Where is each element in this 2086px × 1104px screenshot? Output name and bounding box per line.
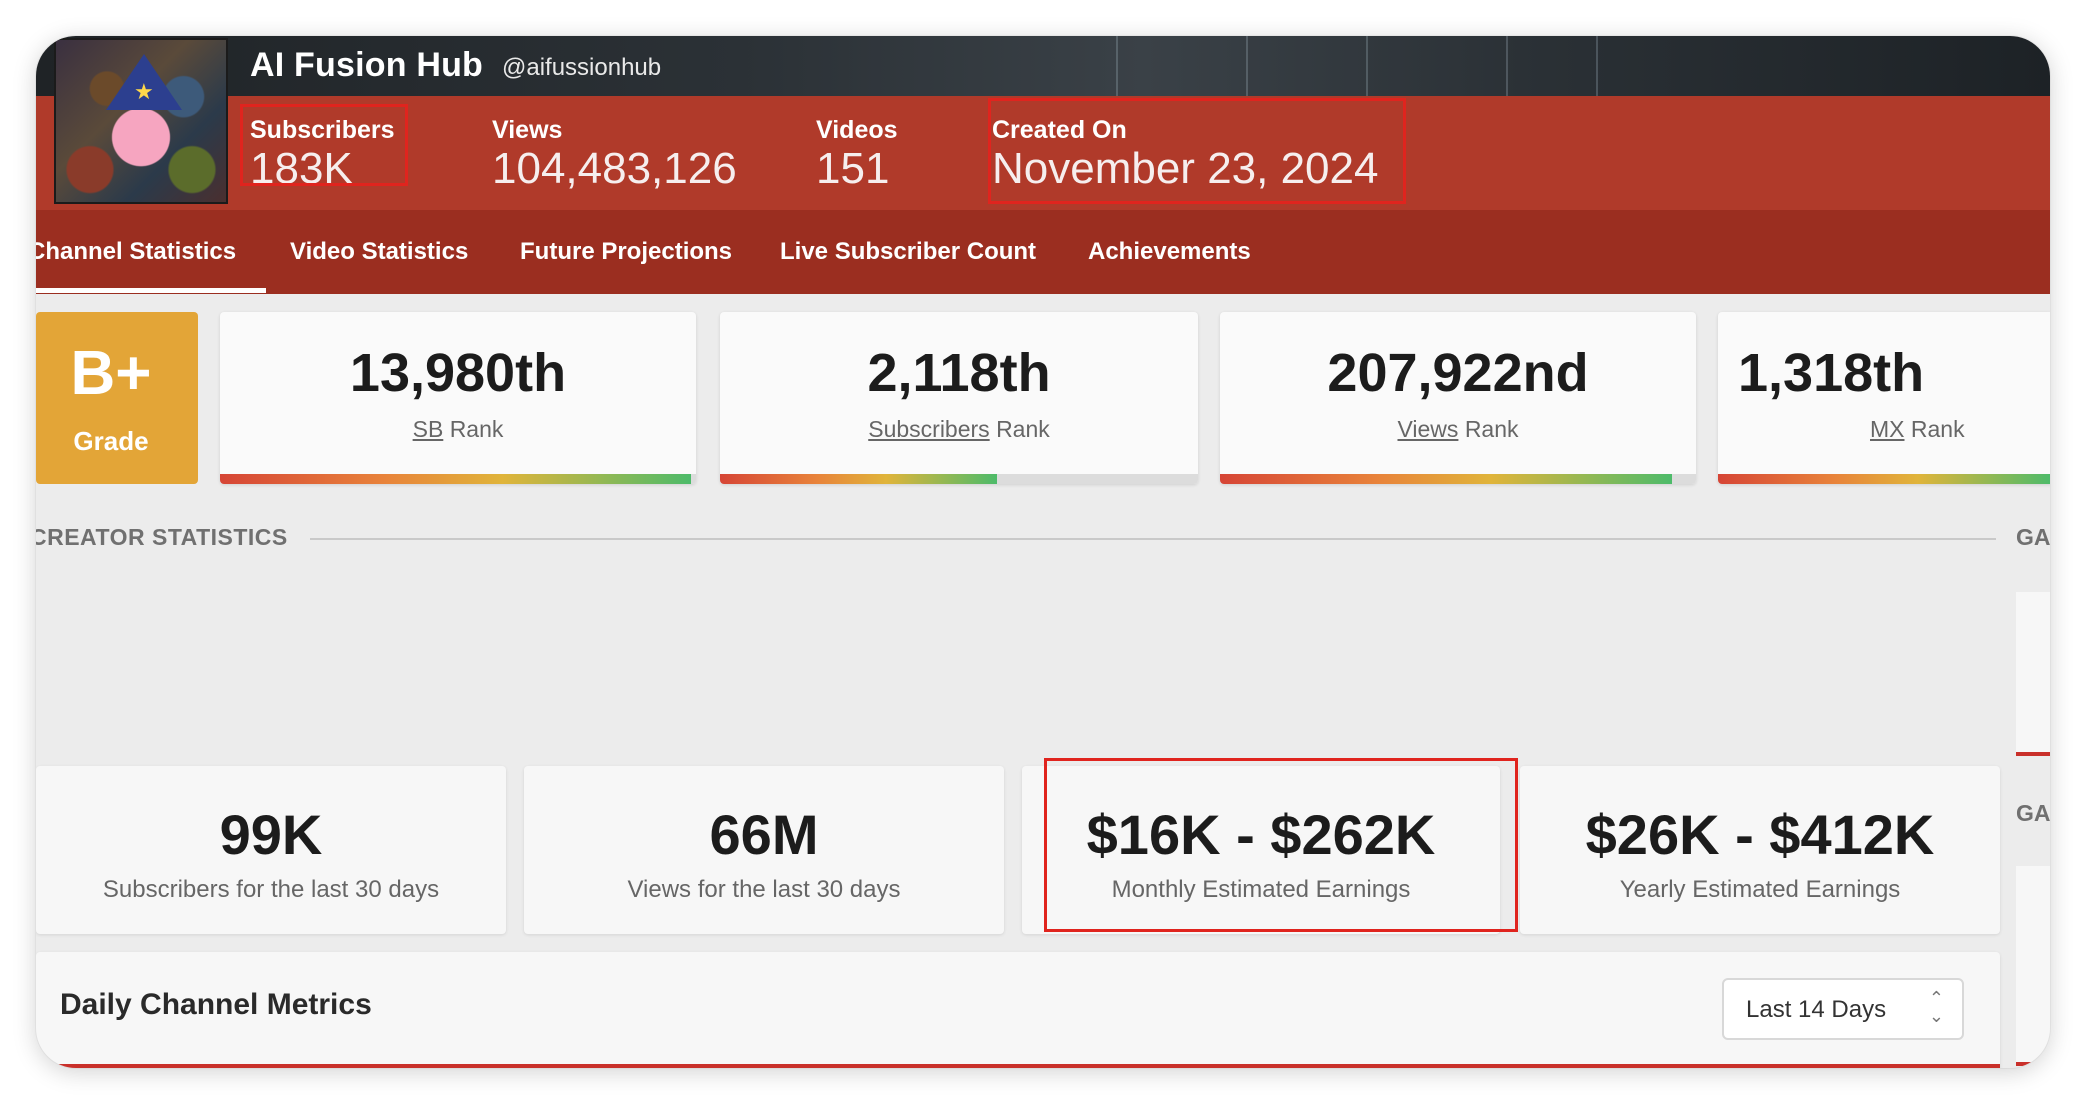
banner-decoration	[1116, 36, 1118, 96]
rank-suffix: Rank	[996, 416, 1050, 442]
tab-achievements[interactable]: Achievements	[1088, 238, 1251, 266]
banner-decoration	[1506, 36, 1508, 96]
side-section-label: GA	[2016, 800, 2050, 826]
rank-card-mx: 1,318th MX Rank	[1718, 312, 2050, 484]
side-card-accent	[2016, 752, 2050, 756]
channel-name: AI Fusion Hub	[250, 46, 484, 84]
stat-card-views-30d: 66M Views for the last 30 days	[524, 766, 1004, 934]
date-range-select[interactable]: Last 14 Days ⌃ ⌄	[1722, 978, 1964, 1040]
rank-link[interactable]: SB	[413, 416, 444, 442]
stat-label: Videos	[816, 116, 898, 144]
rank-label: Subscribers Rank	[720, 416, 1198, 443]
channel-stats-bar: Subscribers 183K Views 104,483,126 Video…	[36, 96, 2050, 210]
app-window: ★ AI Fusion Hub @aifussionhub Subscriber…	[36, 36, 2050, 1068]
channel-handle[interactable]: @aifussionhub	[502, 54, 661, 82]
rank-progress-fill	[220, 474, 692, 484]
channel-avatar[interactable]: ★	[54, 38, 228, 204]
rank-suffix: Rank	[449, 416, 504, 442]
stat-value: 151	[816, 144, 890, 193]
grade-label: Grade	[73, 426, 149, 456]
rank-link[interactable]: MX	[1870, 416, 1905, 442]
rank-label: MX Rank	[1718, 416, 2048, 443]
highlight-box	[1044, 758, 1518, 932]
rank-link[interactable]: Subscribers	[868, 416, 989, 442]
rank-label: Views Rank	[1220, 416, 1696, 443]
rank-card-views: 207,922nd Views Rank	[1220, 312, 1696, 484]
stat-card-caption: Views for the last 30 days	[627, 876, 901, 903]
grade-badge[interactable]: B+ Grade	[36, 312, 198, 484]
rank-link[interactable]: Views	[1397, 416, 1458, 442]
highlight-box	[240, 104, 408, 186]
rank-value: 13,980th	[349, 343, 567, 403]
banner-decoration	[1366, 36, 1368, 96]
rank-card-subscribers: 2,118th Subscribers Rank	[720, 312, 1198, 484]
rank-value: 207,922nd	[1327, 343, 1589, 403]
side-card	[2016, 866, 2050, 1066]
rank-value: 1,318th	[1738, 343, 1925, 403]
tab-live-subscriber-count[interactable]: Live Subscriber Count	[780, 238, 1036, 266]
rank-progress-fill	[1220, 474, 1673, 484]
rank-progress-fill	[720, 474, 998, 484]
rank-suffix: Rank	[1464, 416, 1519, 442]
tab-future-projections[interactable]: Future Projections	[520, 238, 732, 266]
rank-label: SB Rank	[220, 416, 696, 443]
active-tab-indicator	[36, 288, 266, 293]
stat-card-yearly-earnings: $26K - $412K Yearly Estimated Earnings	[1520, 766, 2000, 934]
select-value: Last 14 Days	[1746, 996, 1887, 1023]
tab-bar: Channel Statistics Video Statistics Futu…	[36, 210, 2050, 294]
section-title: CREATOR STATISTICS	[36, 524, 288, 550]
highlight-box	[988, 98, 1406, 204]
panel-title: Daily Channel Metrics	[60, 988, 372, 1021]
stat-card-value: 99K	[219, 803, 323, 866]
stat-card-value: 66M	[709, 803, 819, 866]
side-card	[2016, 592, 2050, 756]
banner-decoration	[1246, 36, 1248, 96]
section-divider	[310, 538, 1996, 540]
star-icon: ★	[134, 80, 154, 105]
banner-decoration	[1596, 36, 1598, 96]
side-card-accent	[2016, 1062, 2050, 1066]
stat-label: Views	[492, 116, 563, 144]
stat-card-caption: Subscribers for the last 30 days	[102, 876, 440, 903]
tab-video-statistics[interactable]: Video Statistics	[290, 238, 468, 266]
rank-progress-fill	[1718, 474, 2050, 484]
stat-card-caption: Yearly Estimated Earnings	[1619, 876, 1901, 903]
panel-accent	[36, 1064, 2000, 1068]
tab-channel-statistics[interactable]: Channel Statistics	[36, 238, 236, 266]
side-section-label: GA	[2016, 524, 2050, 550]
rank-suffix: Rank	[1910, 416, 1965, 442]
daily-metrics-panel: Daily Channel Metrics Last 14 Days ⌃ ⌄	[36, 952, 2000, 1068]
stat-value: 104,483,126	[492, 144, 737, 193]
rank-card-sb: 13,980th SB Rank	[220, 312, 696, 484]
stat-card-value: $26K - $412K	[1585, 803, 1935, 866]
rank-value: 2,118th	[867, 343, 1051, 403]
chevron-updown-icon: ⌃ ⌄	[1928, 988, 1944, 1027]
stat-card-subscribers-30d: 99K Subscribers for the last 30 days	[36, 766, 506, 934]
grade-value: B+	[70, 339, 152, 408]
